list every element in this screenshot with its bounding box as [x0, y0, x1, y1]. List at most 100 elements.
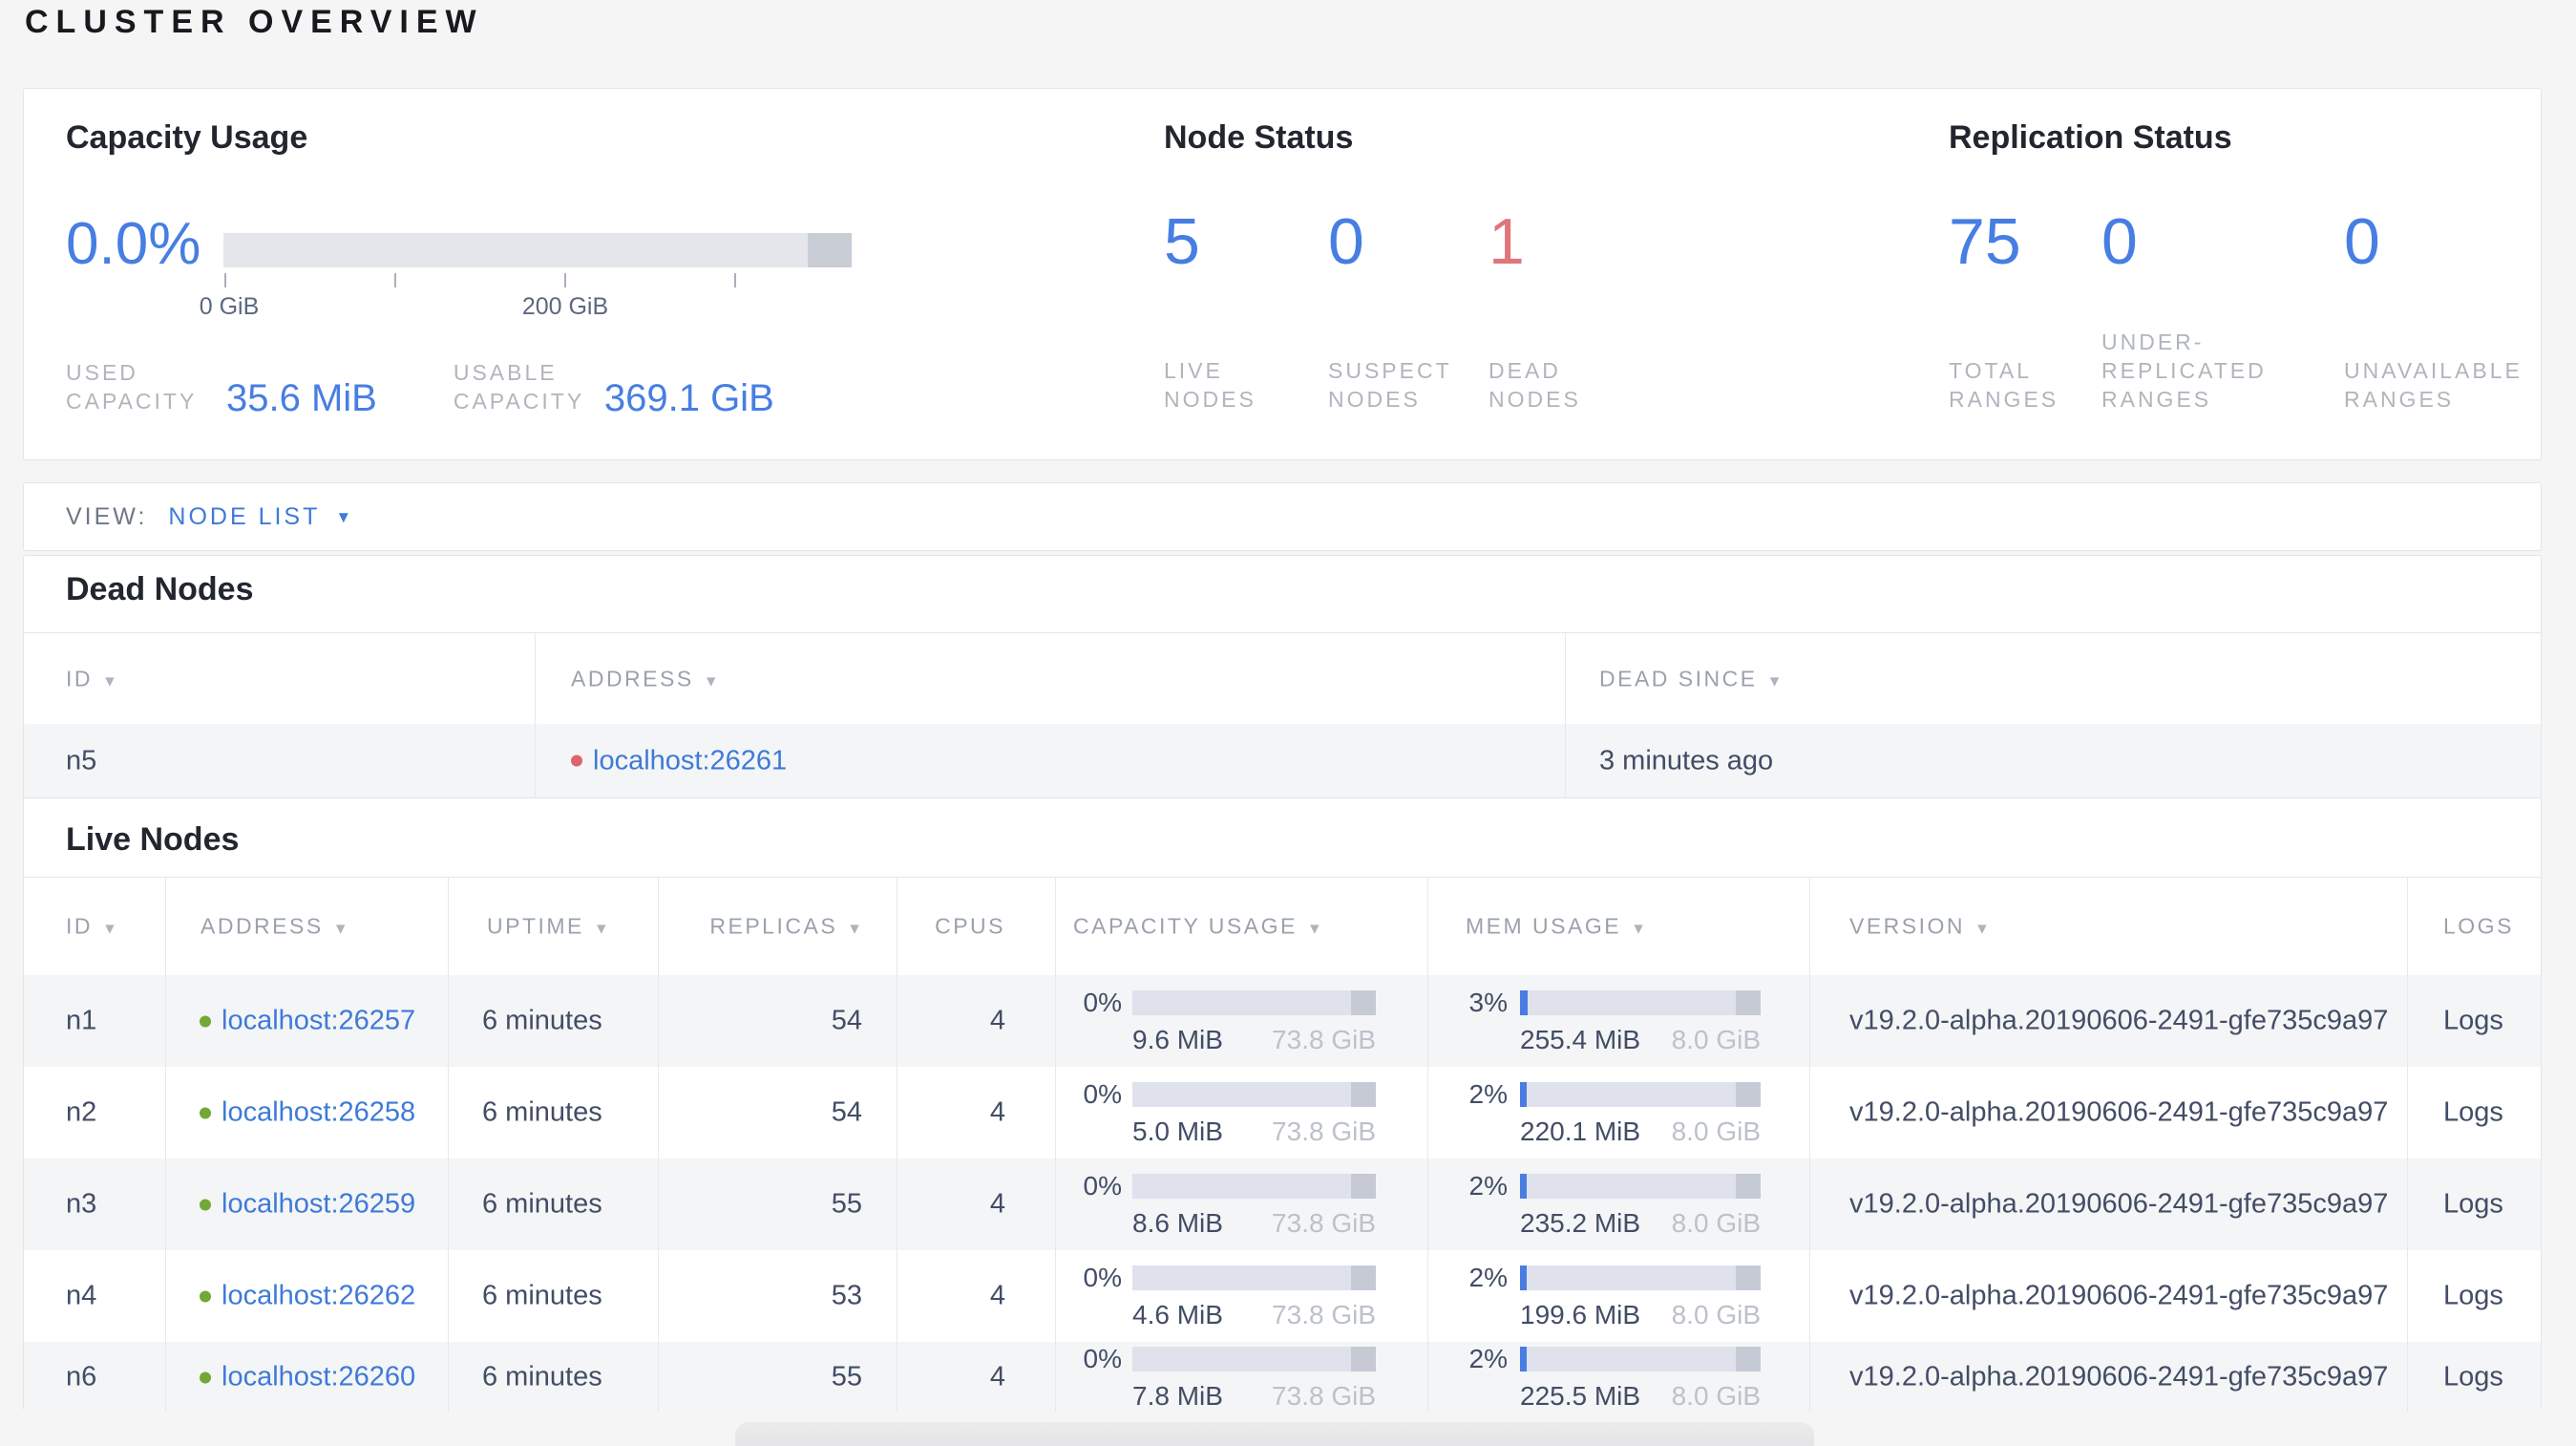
column-divider [1427, 878, 1428, 1412]
usage-bar [1132, 1347, 1376, 1372]
view-selector[interactable]: VIEW: NODE LIST ▼ [66, 483, 351, 550]
column-label: VERSION [1849, 913, 1966, 939]
live-node-row: n3 localhost:26259 6 minutes 55 4 0% 8.6 MiB 73… [24, 1159, 2541, 1250]
column-label: CAPACITY USAGE [1073, 913, 1298, 939]
capacity-usage-bar [223, 233, 852, 267]
capacity-usage-cell: 0% 9.6 MiB 73.8 GiB [1055, 988, 1418, 1054]
column-label: DEAD SINCE [1599, 666, 1758, 691]
suspect-nodes-label: SUSPECT NODES [1328, 358, 1452, 412]
live-col-capacity-usage[interactable]: CAPACITY USAGE ▼ [1073, 914, 1322, 940]
node-address-link[interactable]: localhost:26262 [222, 1281, 415, 1312]
dead-node-row: n5 localhost:26261 3 minutes ago [24, 724, 2541, 797]
node-logs-link[interactable]: Logs [2443, 1362, 2503, 1393]
usage-bar [1132, 990, 1376, 1015]
live-nodes-count: 5 [1164, 205, 1200, 278]
view-label: VIEW: [66, 502, 148, 530]
live-col-replicas[interactable]: REPLICAS ▼ [658, 914, 862, 940]
node-address-link[interactable]: localhost:26261 [593, 745, 787, 776]
usage-bar-reserved-segment [1736, 990, 1761, 1015]
live-col-uptime[interactable]: UPTIME ▼ [487, 914, 609, 940]
node-address-link[interactable]: localhost:26259 [222, 1189, 415, 1221]
used-capacity-label: USED CAPACITY [66, 360, 198, 414]
live-col-address[interactable]: ADDRESS ▼ [201, 914, 348, 940]
live-node-dot-icon [200, 1199, 211, 1210]
usage-used-value: 7.8 MiB [1132, 1381, 1223, 1411]
sort-triangle-icon: ▼ [703, 673, 719, 690]
live-nodes-table: ID ▼ ADDRESS ▼ UPTIME ▼ REPLICAS ▼ CPUS CAPA… [24, 877, 2541, 1413]
node-id: n2 [66, 1096, 97, 1128]
node-version: v19.2.0-alpha.20190606-2491-gfe735c9a97 [1849, 1280, 2389, 1311]
column-divider [1055, 878, 1056, 1412]
live-nodes-rows: n1 localhost:26257 6 minutes 54 4 0% 9.6 MiB 73… [24, 975, 2541, 1413]
dead-nodes-label: DEAD NODES [1489, 358, 1581, 412]
usage-used-value: 235.2 MiB [1520, 1208, 1641, 1238]
node-id: n6 [66, 1361, 97, 1393]
usage-total-value: 8.0 GiB [1671, 1116, 1761, 1146]
sort-triangle-icon: ▼ [102, 921, 117, 938]
under-replicated-ranges-count: 0 [2101, 205, 2138, 278]
node-replicas: 55 [831, 1361, 862, 1393]
node-cpus: 4 [989, 1188, 1005, 1220]
column-divider [658, 878, 659, 1412]
capacity-usage-percent: 0.0% [66, 211, 201, 277]
node-version: v19.2.0-alpha.20190606-2491-gfe735c9a97 [1849, 1005, 2389, 1036]
column-label: ADDRESS [571, 666, 694, 691]
usage-percent-label: 0% [1083, 988, 1122, 1017]
live-node-row: n6 localhost:26260 6 minutes 55 4 0% 7.8 MiB 73… [24, 1342, 2541, 1413]
usage-percent-label: 2% [1468, 1344, 1508, 1373]
column-divider [2407, 878, 2408, 1412]
usage-bar-reserved-segment [1736, 1347, 1761, 1372]
node-address: localhost:26260 [200, 1362, 415, 1393]
live-node-dot-icon [200, 1107, 211, 1118]
node-id: n3 [66, 1188, 97, 1220]
node-address-link[interactable]: localhost:26257 [222, 1006, 415, 1037]
cluster-summary-card: Capacity Usage 0.0% 0 GiB 200 GiB USED C… [23, 88, 2542, 460]
live-col-version[interactable]: VERSION ▼ [1849, 914, 1990, 940]
dead-col-id[interactable]: ID ▼ [66, 666, 117, 691]
usage-bar [1520, 1347, 1761, 1372]
mem-usage-cell: 2% 235.2 MiB 8.0 GiB [1427, 1171, 1790, 1238]
node-logs-link[interactable]: Logs [2443, 1006, 2503, 1037]
usage-values: 199.6 MiB 8.0 GiB [1520, 1300, 1761, 1330]
usage-bar-reserved-segment [1736, 1265, 1761, 1290]
node-cpus: 4 [989, 1005, 1005, 1036]
live-node-row: n1 localhost:26257 6 minutes 54 4 0% 9.6 MiB 73… [24, 975, 2541, 1067]
usage-bar [1520, 1082, 1761, 1107]
usage-values: 255.4 MiB 8.0 GiB [1520, 1025, 1761, 1055]
capacity-stats: USED CAPACITY 35.6 MiB USABLE CAPACITY 3… [66, 358, 774, 419]
usage-bar-reserved-segment [1736, 1174, 1761, 1199]
capacity-usage-cell: 0% 8.6 MiB 73.8 GiB [1055, 1171, 1418, 1238]
column-label: MEM USAGE [1466, 913, 1622, 939]
node-logs-link[interactable]: Logs [2443, 1189, 2503, 1221]
live-col-mem-usage[interactable]: MEM USAGE ▼ [1466, 914, 1646, 940]
dead-col-dead-since[interactable]: DEAD SINCE ▼ [1599, 666, 1782, 691]
dead-col-address[interactable]: ADDRESS ▼ [571, 666, 719, 691]
node-address-link[interactable]: localhost:26258 [222, 1097, 415, 1129]
capacity-usage-cell: 0% 4.6 MiB 73.8 GiB [1055, 1263, 1418, 1329]
node-cpus: 4 [989, 1361, 1005, 1393]
page-title: CLUSTER OVERVIEW [25, 4, 484, 40]
live-node-dot-icon [200, 1290, 211, 1302]
node-address-link[interactable]: localhost:26260 [222, 1362, 415, 1393]
node-logs-link[interactable]: Logs [2443, 1097, 2503, 1129]
usage-used-value: 225.5 MiB [1520, 1381, 1641, 1411]
usage-total-value: 8.0 GiB [1671, 1208, 1761, 1238]
node-replicas: 54 [831, 1096, 862, 1128]
node-logs-link[interactable]: Logs [2443, 1281, 2503, 1312]
usage-used-value: 220.1 MiB [1520, 1116, 1641, 1146]
total-ranges-count: 75 [1949, 205, 2021, 278]
live-node-row: n4 localhost:26262 6 minutes 53 4 0% 4.6 MiB 73… [24, 1250, 2541, 1342]
unavailable-ranges-label: UNAVAILABLE RANGES [2344, 358, 2523, 412]
view-dropdown-value[interactable]: NODE LIST [168, 503, 320, 531]
usage-total-value: 73.8 GiB [1272, 1025, 1376, 1054]
chevron-down-icon[interactable]: ▼ [335, 508, 351, 527]
usage-bar-fill [1520, 1082, 1527, 1107]
capacity-usage-cell: 0% 5.0 MiB 73.8 GiB [1055, 1079, 1418, 1146]
live-col-id[interactable]: ID ▼ [66, 914, 117, 940]
usage-bar [1520, 1174, 1761, 1199]
usage-percent-label: 0% [1083, 1079, 1122, 1109]
node-id: n1 [66, 1005, 97, 1036]
replication-status-title: Replication Status [1949, 119, 2232, 156]
node-cpus: 4 [989, 1280, 1005, 1311]
mem-usage-cell: 2% 225.5 MiB 8.0 GiB [1427, 1344, 1790, 1411]
